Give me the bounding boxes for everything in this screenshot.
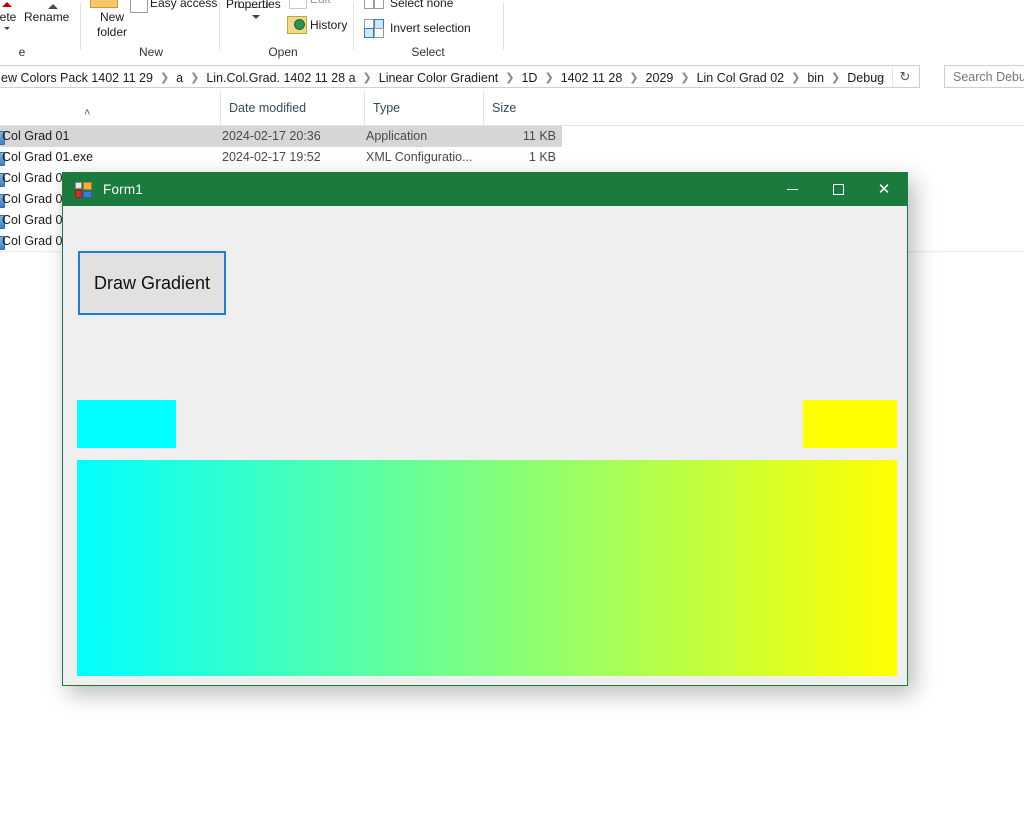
column-header-date-modified[interactable]: Date modified [220,92,364,124]
address-input[interactable]: ew Colors Pack 1402 11 29 ❯ a ❯ Lin.Col.… [0,65,920,88]
chevron-right-icon: ❯ [190,72,200,84]
new-folder-icon [90,0,118,8]
breadcrumb-item[interactable]: Linear Color Gradient [377,71,501,85]
ribbon-item-select-none[interactable]: Select none [390,0,453,10]
chevron-right-icon: ❯ [680,72,690,84]
start-color-swatch [77,400,176,448]
search-input[interactable]: Search Debu [944,65,1024,88]
edit-pencil-icon [289,0,307,9]
ribbon-group-new: New folder Easy access New [82,0,261,61]
ribbon-divider [503,2,504,50]
chevron-right-icon: ❯ [505,72,515,84]
breadcrumb-item[interactable]: 1D [519,71,539,85]
ribbon-item-rename[interactable]: Rename [24,11,69,24]
column-header-name[interactable]: ˄ [0,92,220,124]
breadcrumb-item[interactable]: Lin Col Grad 02 [695,71,787,85]
breadcrumb-item[interactable]: ew Colors Pack 1402 11 29 [0,71,155,85]
invert-selection-icon [364,19,384,38]
linear-gradient-canvas [77,460,897,676]
table-row[interactable]: Col Grad 01 2024-02-17 20:36 Application… [0,126,562,147]
breadcrumb-item[interactable]: Lin.Col.Grad. 1402 11 28 a [204,71,357,85]
ribbon-divider [80,2,81,50]
ribbon-group-open: Properties Edit History Open [220,0,358,61]
form1-window: Form1 ✕ Draw Gradient [62,172,908,686]
ribbon-group-label-open: Open [268,45,298,59]
end-color-swatch [803,400,897,448]
window-controls: ✕ [769,173,907,206]
select-none-icon [364,0,384,9]
form1-client-area: Draw Gradient [63,206,907,685]
chevron-up-red-icon [2,0,12,10]
table-row[interactable]: Col Grad 01.exe 2024-02-17 19:52 XML Con… [0,147,562,168]
column-header-size[interactable]: Size [483,92,562,124]
chevron-right-icon: ❯ [362,72,372,84]
breadcrumb: ew Colors Pack 1402 11 29 ❯ a ❯ Lin.Col.… [0,66,886,89]
chevron-right-icon: ❯ [544,72,554,84]
minimize-button[interactable] [769,173,815,206]
breadcrumb-item[interactable]: 2029 [644,71,676,85]
chevron-right-icon: ❯ [791,72,801,84]
ribbon-item-history[interactable]: History [310,19,347,32]
close-button[interactable]: ✕ [861,173,907,206]
breadcrumb-item[interactable]: bin [805,71,826,85]
ribbon-item-easy-access[interactable]: Easy access [150,0,217,10]
ribbon-item-properties[interactable]: Properties [226,0,281,11]
ribbon-group-label-organize: e [18,45,26,59]
ribbon-item-edit[interactable]: Edit [310,0,331,6]
window-title: Form1 [103,182,144,197]
new-item-icon[interactable] [130,0,148,13]
ribbon-divider [353,2,354,50]
ribbon-group-label-new: New [138,45,163,59]
chevron-down-icon[interactable]: ⌵ [869,66,891,87]
winforms-app-icon [75,181,93,198]
draw-gradient-button[interactable]: Draw Gradient [78,251,226,315]
chevron-down-icon[interactable] [4,27,10,30]
breadcrumb-item[interactable]: a [174,71,185,85]
ribbon-group-select: Select none Invert selection Select [356,0,504,61]
refresh-icon[interactable]: ↻ [892,66,917,87]
sort-ascending-icon: ˄ [84,107,91,119]
maximize-button[interactable] [815,173,861,206]
history-icon [287,16,307,34]
ribbon-item-invert-selection[interactable]: Invert selection [390,22,471,35]
column-headers: ˄ Date modified Type Size [0,92,1024,126]
ribbon-item-new-folder[interactable]: New folder [85,10,139,40]
ribbon: lete Rename e New folder Easy access New [0,0,1024,62]
ribbon-group-label-select: Select [411,45,445,59]
column-header-type[interactable]: Type [364,92,483,124]
chevron-right-icon: ❯ [159,72,170,84]
chevron-down-icon[interactable] [252,15,260,19]
ribbon-item-delete[interactable]: lete [0,11,16,30]
address-bar: ew Colors Pack 1402 11 29 ❯ a ❯ Lin.Col.… [0,61,1024,91]
ribbon-group-organize: lete Rename e [0,0,88,61]
form1-title-bar[interactable]: Form1 ✕ [63,173,907,206]
breadcrumb-item[interactable]: 1402 11 28 [559,71,625,85]
chevron-right-icon: ❯ [831,72,841,84]
chevron-right-icon: ❯ [629,72,639,84]
